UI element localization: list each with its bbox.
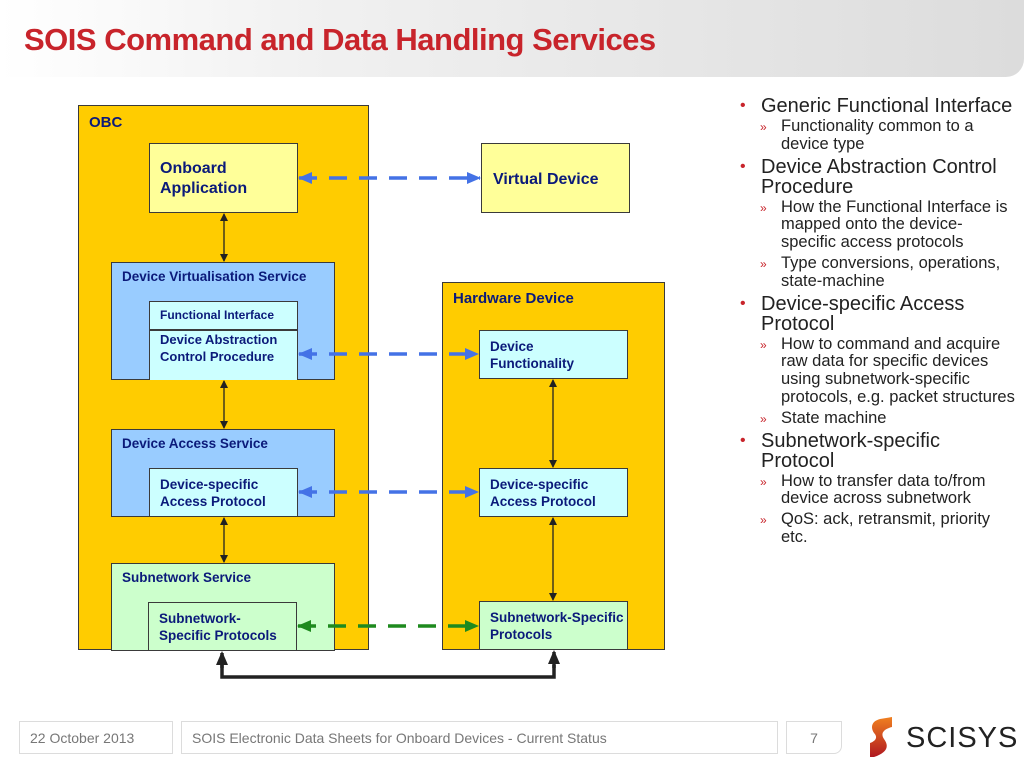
bullet-item: • Subnetwork-specific Protocol: [740, 431, 1015, 471]
sub-bullet-text: How to transfer data to/from device acro…: [781, 471, 986, 508]
footer-date: 22 October 2013: [19, 721, 173, 754]
sub-bullet-item: » How to command and acquire raw data for…: [740, 334, 1015, 407]
sub-bullet-item: » State machine: [740, 408, 1015, 428]
chevron-icon: »: [760, 513, 767, 528]
chevron-icon: »: [760, 411, 767, 426]
bullet-text: Device Abstraction Control Procedure: [761, 155, 997, 198]
bullet-text: Subnetwork-specific Protocol: [761, 429, 940, 472]
scisys-logo-text: SCISYS: [906, 722, 1019, 754]
sub-bullet-item: » QoS: ack, retransmit, priority etc.: [740, 510, 1015, 547]
sub-bullet-item: » How to transfer data to/from device acr…: [740, 471, 1015, 509]
sub-bullet-text: How the Functional Interface is mapped o…: [781, 197, 1008, 252]
chevron-icon: »: [760, 256, 767, 271]
chevron-icon: »: [760, 200, 767, 215]
sub-bullet-text: QoS: ack, retransmit, priority etc.: [781, 510, 991, 546]
bullet-item: • Device-specific Access Protocol: [740, 294, 1015, 334]
chevron-icon: »: [760, 337, 767, 352]
bullet-text: Device-specific Access Protocol: [761, 292, 965, 335]
sub-bullet-text: Functionality common to a device type: [781, 117, 974, 153]
bullet-list: • Generic Functional Interface » Functiona…: [740, 96, 1015, 550]
chevron-icon: »: [760, 120, 767, 134]
page-number-text: 7: [810, 730, 818, 746]
sub-bullet-text: Type conversions, operations, state-mach…: [781, 253, 1001, 290]
footer-presentation-text: SOIS Electronic Data Sheets for Onboard …: [192, 730, 607, 746]
sub-bullet-item: » How the Functional Interface is mapped …: [740, 197, 1015, 252]
sub-bullet-item: » Type conversions, operations, state-mac…: [740, 253, 1015, 291]
scisys-logo-icon: [870, 717, 892, 757]
bullet-item: • Generic Functional Interface: [740, 96, 1015, 116]
sub-bullet-text: State machine: [781, 408, 887, 427]
bullet-text: Generic Functional Interface: [761, 95, 1013, 117]
bullet-dot-icon: •: [740, 157, 746, 175]
bullet-dot-icon: •: [740, 431, 746, 449]
bullet-dot-icon: •: [740, 97, 746, 114]
bullet-dot-icon: •: [740, 294, 746, 312]
footer-page-number: 7: [786, 721, 842, 754]
sub-bullet-item: » Functionality common to a device type: [740, 117, 1015, 154]
chevron-icon: »: [760, 474, 767, 489]
sub-bullet-text: How to command and acquire raw data for …: [781, 334, 1015, 406]
bullet-item: • Device Abstraction Control Procedure: [740, 157, 1015, 197]
footer-date-text: 22 October 2013: [30, 730, 135, 746]
physical-subnetwork-link: [220, 665, 556, 679]
footer-presentation-title: SOIS Electronic Data Sheets for Onboard …: [181, 721, 778, 754]
